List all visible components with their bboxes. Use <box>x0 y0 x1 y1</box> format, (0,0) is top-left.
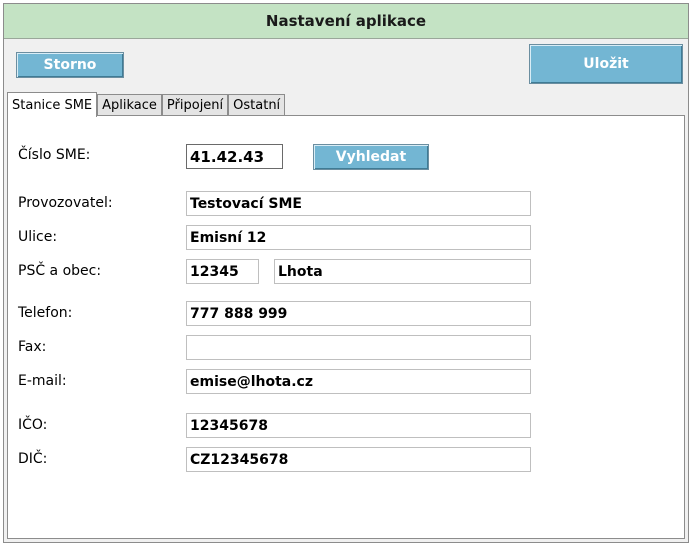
operator-label: Provozovatel: <box>18 195 113 211</box>
zip-field[interactable] <box>186 259 259 284</box>
tab-aplikace[interactable]: Aplikace <box>97 94 162 116</box>
ico-label: IČO: <box>18 417 48 433</box>
dic-label: DIČ: <box>18 451 48 467</box>
sme-number-field[interactable] <box>186 144 283 169</box>
phone-field[interactable] <box>186 301 531 326</box>
tab-bar: Stanice SME Aplikace Připojení Ostatní <box>7 92 286 117</box>
settings-window: Nastavení aplikace Storno Uložit Stanice… <box>3 3 689 543</box>
street-field[interactable] <box>186 225 531 250</box>
fax-field[interactable] <box>186 335 531 360</box>
dic-field[interactable] <box>186 447 531 472</box>
operator-field[interactable] <box>186 191 531 216</box>
phone-label: Telefon: <box>18 305 73 321</box>
ico-field[interactable] <box>186 413 531 438</box>
cancel-button[interactable]: Storno <box>16 52 124 78</box>
window-title: Nastavení aplikace <box>4 4 688 39</box>
zip-city-label: PSČ a obec: <box>18 263 102 279</box>
email-label: E-mail: <box>18 373 67 389</box>
fax-label: Fax: <box>18 339 47 355</box>
tab-panel-stanice-sme: Číslo SME: Vyhledat Provozovatel: Ulice:… <box>7 115 685 539</box>
tab-stanice-sme[interactable]: Stanice SME <box>7 92 98 117</box>
save-button[interactable]: Uložit <box>529 44 683 84</box>
email-field[interactable] <box>186 369 531 394</box>
street-label: Ulice: <box>18 229 58 245</box>
tab-ostatni[interactable]: Ostatní <box>228 94 286 116</box>
tab-pripojeni[interactable]: Připojení <box>161 94 229 116</box>
city-field[interactable] <box>274 259 531 284</box>
sme-number-label: Číslo SME: <box>18 147 91 163</box>
search-button[interactable]: Vyhledat <box>313 144 429 170</box>
